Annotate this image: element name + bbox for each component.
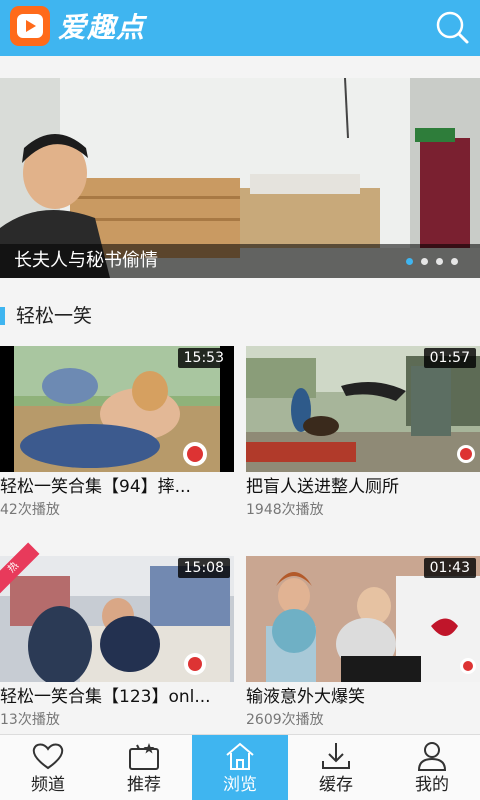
nav-label: 浏览 <box>223 775 257 795</box>
video-duration: 15:08 <box>177 558 230 578</box>
video-play-count: 2609次播放 <box>246 712 324 728</box>
banner-pagination <box>406 258 458 265</box>
pagination-dot[interactable] <box>406 258 413 265</box>
pagination-dot[interactable] <box>421 258 428 265</box>
bottom-nav: 频道 推荐 浏览 缓存 我的 <box>0 734 480 800</box>
nav-label: 推荐 <box>127 775 161 795</box>
nav-label: 我的 <box>415 775 449 795</box>
nav-cache[interactable]: 缓存 <box>288 735 384 800</box>
recommend-star-icon <box>129 743 159 770</box>
banner-caption: 长夫人与秘书偷情 <box>14 250 158 271</box>
user-icon <box>417 742 447 771</box>
nav-recommend[interactable]: 推荐 <box>96 735 192 800</box>
nav-browse[interactable]: 浏览 <box>192 735 288 800</box>
app-title: 爱趣点 <box>58 11 146 44</box>
video-play-count: 42次播放 <box>0 502 60 518</box>
home-icon <box>226 742 254 770</box>
video-duration: 01:57 <box>423 348 476 368</box>
video-card[interactable]: 热 15:08 轻松一笑合集【123】onl... 13次播放 <box>0 542 234 736</box>
app-screen: 爱趣点 长夫人与秘书偷情 轻松一笑 15:53 轻松一笑合集【94】摔... 4… <box>0 0 480 800</box>
video-title: 轻松一笑合集【94】摔... <box>0 477 191 497</box>
download-icon <box>322 743 350 769</box>
video-card[interactable]: 15:53 轻松一笑合集【94】摔... 42次播放 <box>0 346 234 526</box>
video-card[interactable]: 01:43 输液意外大爆笑 2609次播放 <box>246 556 480 736</box>
video-card[interactable]: 01:57 把盲人送进整人厕所 1948次播放 <box>246 346 480 526</box>
video-play-count: 1948次播放 <box>246 502 324 518</box>
search-icon <box>436 11 469 44</box>
video-duration: 15:53 <box>177 348 230 368</box>
featured-banner[interactable]: 长夫人与秘书偷情 <box>0 78 480 278</box>
nav-mine[interactable]: 我的 <box>384 735 480 800</box>
banner-caption-bar: 长夫人与秘书偷情 <box>0 244 480 278</box>
app-logo-play-icon <box>10 6 50 46</box>
section-accent-bar <box>0 307 5 325</box>
heart-icon <box>32 743 64 770</box>
pagination-dot[interactable] <box>451 258 458 265</box>
video-title: 把盲人送进整人厕所 <box>246 477 399 497</box>
pagination-dot[interactable] <box>436 258 443 265</box>
search-button[interactable] <box>432 8 472 48</box>
top-bar: 爱趣点 <box>0 0 480 56</box>
section-title: 轻松一笑 <box>16 305 93 327</box>
video-title: 轻松一笑合集【123】onl... <box>0 687 211 707</box>
nav-label: 频道 <box>31 775 65 795</box>
nav-label: 缓存 <box>319 775 353 795</box>
nav-channels[interactable]: 频道 <box>0 735 96 800</box>
video-title: 输液意外大爆笑 <box>246 687 365 707</box>
video-play-count: 13次播放 <box>0 712 60 728</box>
video-duration: 01:43 <box>423 558 476 578</box>
